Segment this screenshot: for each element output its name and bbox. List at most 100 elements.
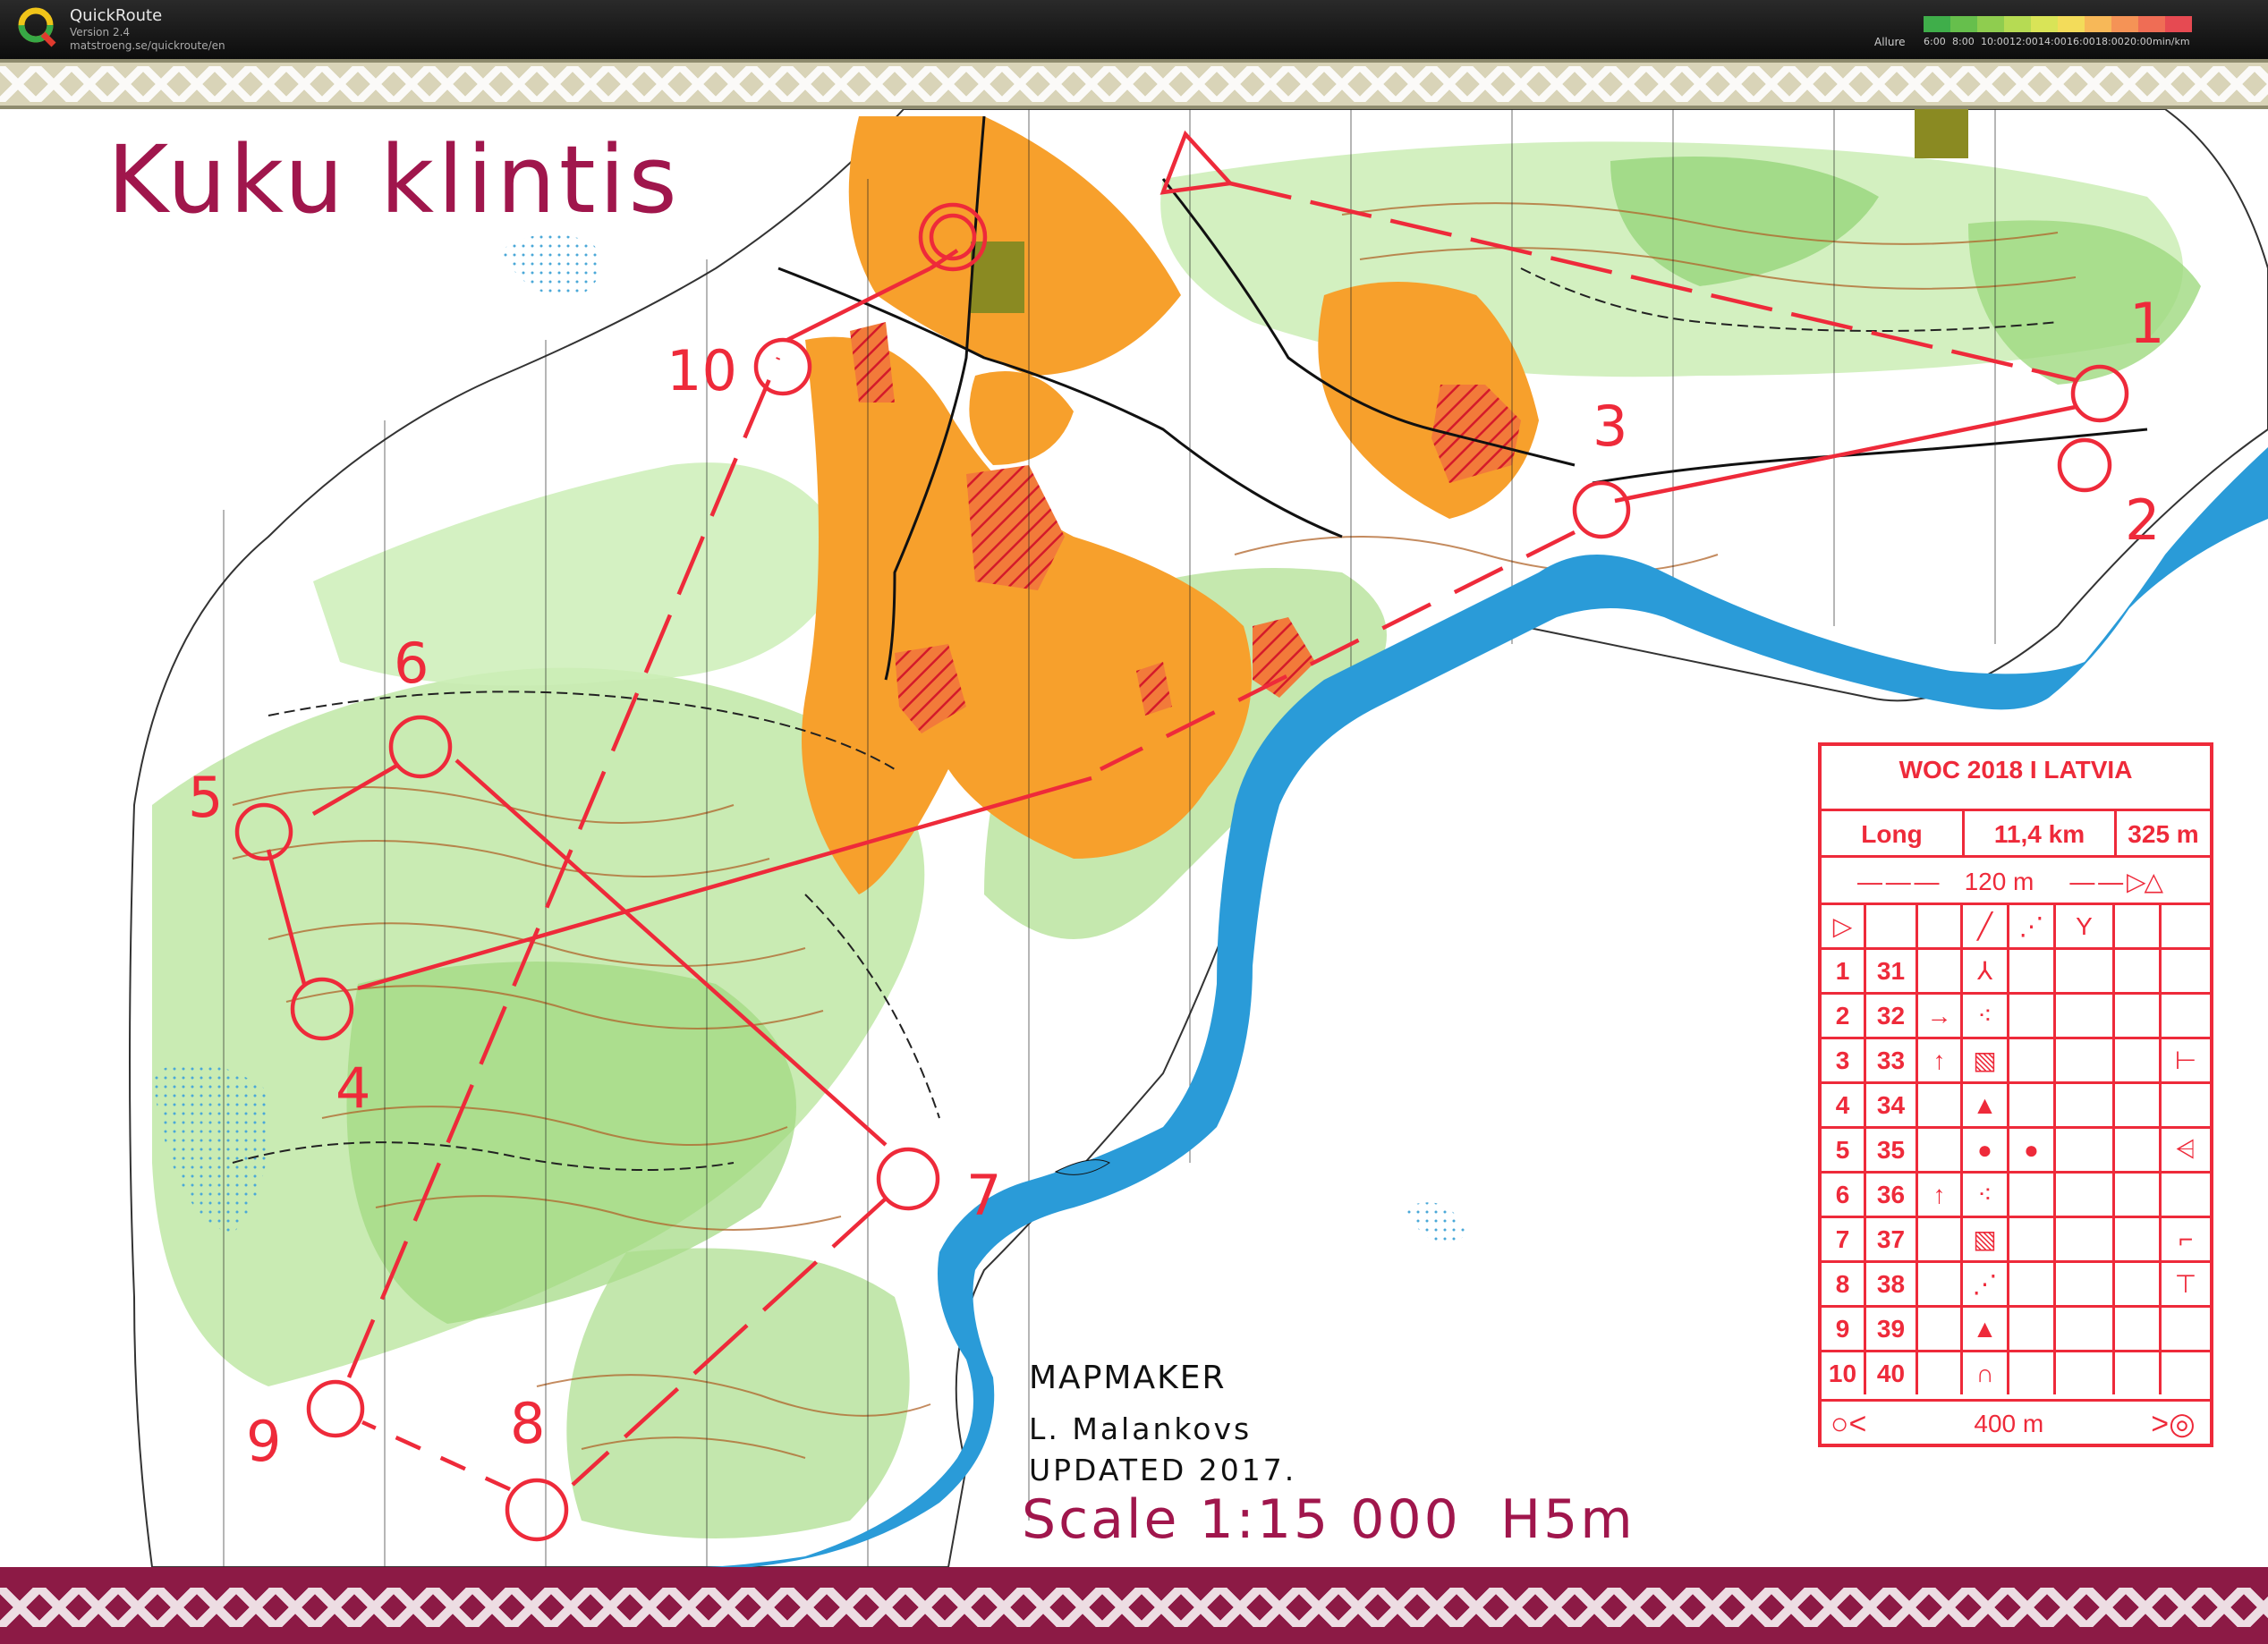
control-number-4: 4: [336, 1055, 371, 1121]
feature-cell: ⅄: [1963, 950, 2009, 992]
position-cell: [2162, 995, 2210, 1037]
finish-row: ○< 400 m >◎: [1822, 1399, 2210, 1446]
feature-cell: ▧: [1963, 1039, 2009, 1081]
position-cell: ⊤: [2174, 1270, 2197, 1298]
control-number-2: 2: [2125, 487, 2161, 553]
course-class: Long: [1822, 811, 1965, 858]
control-description-row: 7 37 ▧ ⌐: [1822, 1216, 2210, 1260]
app-version: Version 2.4: [70, 26, 131, 38]
pace-tick: 12:00: [2009, 36, 2038, 47]
detail-cell: [2056, 1129, 2115, 1171]
start-row: ▷ ╱ ⋰ Y: [1822, 903, 2210, 947]
control-number-cell: 5: [1822, 1129, 1866, 1171]
pace-tick: 14:00: [2038, 36, 2067, 47]
control-number-cell: 2: [1822, 995, 1866, 1037]
direction-cell: [1918, 1352, 1963, 1394]
control-description-row: 6 36 ↑ ⁖: [1822, 1171, 2210, 1216]
dimension-cell: [2115, 1218, 2162, 1260]
detail-cell: [2056, 1352, 2115, 1394]
control-number-cell: 3: [1822, 1039, 1866, 1081]
control-description-row: 1 31 ⅄: [1822, 947, 2210, 992]
control-number-cell: 9: [1822, 1308, 1866, 1350]
map-scale: Scale 1:15 000 H5m: [1022, 1488, 1635, 1551]
control-code-cell: 35: [1866, 1129, 1918, 1171]
control-number-cell: 10: [1822, 1352, 1866, 1394]
control-number-1: 1: [2129, 291, 2165, 356]
app-url: matstroeng.se/quickroute/en: [70, 39, 225, 52]
finish-distance: 400 m: [1974, 1410, 2044, 1437]
feature-cell: ∩: [1963, 1352, 2009, 1394]
position-cell: [2162, 950, 2210, 992]
detail-cell: [2056, 995, 2115, 1037]
position-cell: ⩤: [2175, 1135, 2196, 1163]
pace-tick-unit: min/km: [2153, 36, 2190, 47]
control-description-row: 9 39 ▲: [1822, 1305, 2210, 1350]
direction-cell: [1918, 1308, 1963, 1350]
detail-cell: [2056, 950, 2115, 992]
dimension-cell: [2115, 1352, 2162, 1394]
pace-tick: 20:00: [2124, 36, 2153, 47]
position-cell: [2162, 1308, 2210, 1350]
dimension-cell: [2115, 1039, 2162, 1081]
position-cell: [2162, 1084, 2210, 1126]
direction-cell: [1918, 1218, 1963, 1260]
control-number-cell: 1: [1822, 950, 1866, 992]
control-number-3: 3: [1593, 394, 1628, 459]
control-number-8: 8: [510, 1391, 546, 1456]
detail-cell: [2056, 1084, 2115, 1126]
control-number-7: 7: [966, 1163, 1002, 1228]
feature-cell: ▧: [1963, 1218, 2009, 1260]
pace-tick: 8:00: [1952, 36, 1975, 47]
control-code-cell: 36: [1866, 1174, 1918, 1216]
feature-cell: ▲: [1963, 1308, 2009, 1350]
pace-label: Allure: [1874, 36, 1906, 48]
direction-cell: [1918, 1084, 1963, 1126]
control-number-10: 10: [667, 338, 737, 403]
control-description-grid: ▷ ╱ ⋰ Y 1 31 ⅄ 2 32 → ⁖ 3 33 ↑ ▧ ⊢ 4 34 ▲ 5 35 ● ● ⩤ 6 36 ↑ ⁖ 7 3…: [1822, 903, 2210, 1394]
control-code-cell: 33: [1866, 1039, 1918, 1081]
feature-cell: ⋰: [1963, 1263, 2009, 1305]
appearance-cell: [2009, 1039, 2056, 1081]
direction-cell: →: [1918, 995, 1963, 1037]
control-code-cell: 39: [1866, 1308, 1918, 1350]
appearance-cell: [2009, 1263, 2056, 1305]
position-cell: [2162, 1174, 2210, 1216]
dimension-cell: [2115, 1129, 2162, 1171]
control-number-5: 5: [188, 765, 224, 830]
finish-start-icon: ○<: [1831, 1406, 1867, 1441]
appearance-cell: [2009, 1174, 2056, 1216]
direction-cell: [1918, 1129, 1963, 1171]
control-number-cell: 4: [1822, 1084, 1866, 1126]
position-cell: ⊢: [2174, 1047, 2197, 1074]
direction-cell: [1918, 1263, 1963, 1305]
dashed-route-icon: — — —: [1857, 867, 1940, 895]
border-pattern-top: [0, 66, 2268, 102]
pace-tick: 6:00: [1924, 36, 1946, 47]
map-updated: UPDATED 2017.: [1029, 1453, 1297, 1487]
control-number-cell: 6: [1822, 1174, 1866, 1216]
dimension-cell: [2115, 995, 2162, 1037]
course-info-row: Long 11,4 km 325 m: [1822, 809, 2210, 858]
feature-cell: ▲: [1963, 1084, 2009, 1126]
appearance-cell: ●: [2009, 1129, 2056, 1171]
start-route-row: — — — 120 m — — ▷△: [1822, 855, 2210, 905]
control-description-row: 2 32 → ⁖: [1822, 992, 2210, 1037]
mapmaker-name: L. Malankovs: [1029, 1411, 1253, 1446]
control-number-9: 9: [246, 1409, 282, 1474]
course-length: 11,4 km: [1965, 811, 2117, 858]
feature-cell: ⁖: [1963, 1174, 2009, 1216]
detail-cell: [2056, 1263, 2115, 1305]
pace-color-scale: [1924, 16, 2192, 32]
direction-cell: [1918, 950, 1963, 992]
pace-tick: 16:00: [2067, 36, 2095, 47]
dimension-cell: [2115, 1308, 2162, 1350]
appearance-cell: [2009, 1308, 2056, 1350]
detail-cell: [2056, 1174, 2115, 1216]
start-distance: 120 m: [1964, 867, 2034, 895]
control-description-row: 5 35 ● ● ⩤: [1822, 1126, 2210, 1171]
control-description-row: 4 34 ▲: [1822, 1081, 2210, 1126]
control-description-sheet: WOC 2018 I LATVIA Long 11,4 km 325 m — —…: [1818, 742, 2213, 1447]
border-pattern-bottom: [0, 1588, 2268, 1627]
control-description-row: 3 33 ↑ ▧ ⊢: [1822, 1037, 2210, 1081]
control-code-cell: 34: [1866, 1084, 1918, 1126]
